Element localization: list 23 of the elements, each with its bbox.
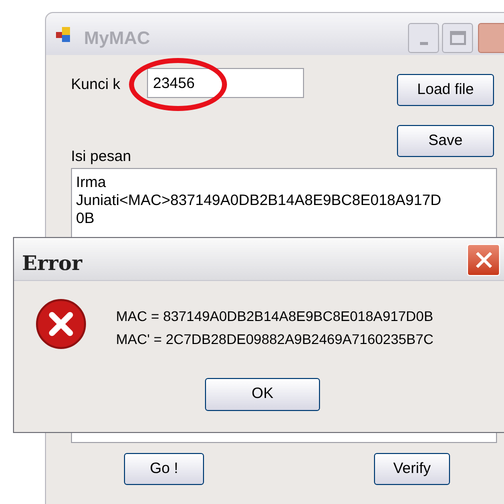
minimize-button[interactable]	[408, 23, 439, 53]
close-icon	[474, 251, 492, 269]
dialog-title: Error	[22, 250, 82, 277]
dialog-close-button[interactable]	[467, 244, 500, 276]
verify-button[interactable]: Verify	[374, 453, 450, 485]
load-file-button[interactable]: Load file	[397, 74, 494, 106]
message-line: 0B	[76, 210, 96, 228]
go-button[interactable]: Go !	[124, 453, 204, 485]
key-label: Kunci k	[71, 75, 120, 95]
error-icon	[35, 298, 87, 350]
error-message-line: MAC = 837149A0DB2B14A8E9BC8E018A917D0B	[116, 307, 434, 326]
maximize-button[interactable]	[442, 23, 473, 53]
message-label: Isi pesan	[71, 147, 132, 167]
save-button[interactable]: Save	[397, 125, 494, 157]
error-message-line: MAC' = 2C7DB28DE09882A9B2469A7160235B7C	[116, 330, 434, 349]
key-input-field[interactable]: 23456	[147, 68, 304, 98]
minimize-icon	[420, 42, 428, 45]
maximize-icon	[450, 31, 466, 45]
message-line: Irma	[76, 174, 107, 192]
window-title: MyMAC	[84, 27, 150, 50]
close-button[interactable]	[478, 23, 504, 53]
ok-button[interactable]: OK	[205, 378, 320, 411]
message-line: Juniati<MAC>837149A0DB2B14A8E9BC8E018A917D	[76, 192, 442, 210]
